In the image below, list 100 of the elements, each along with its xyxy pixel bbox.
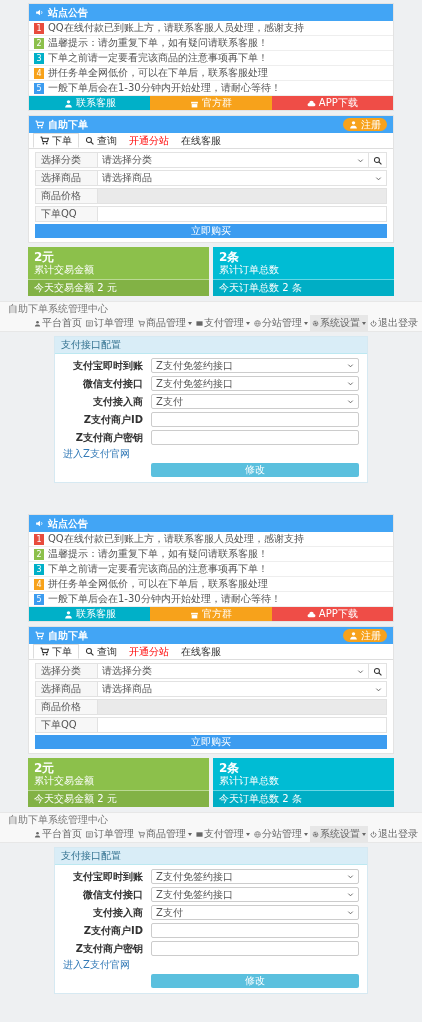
chevron-icon <box>347 909 354 917</box>
user-icon <box>63 98 73 108</box>
action-button[interactable]: APP下载 <box>271 607 393 621</box>
number-badge: 3 <box>34 563 44 575</box>
panel-title: 站点公告 <box>48 517 88 530</box>
select-field[interactable]: Z支付 <box>151 394 359 410</box>
user-icon <box>63 609 73 619</box>
panel-title: 自助下单 <box>48 629 89 642</box>
tab[interactable]: 在线客服 <box>175 644 227 659</box>
nav-item[interactable]: 商品管理 <box>136 315 194 332</box>
chevron-icon <box>347 873 354 881</box>
field-label: Z支付商户ID <box>82 924 143 937</box>
select-field[interactable]: Z支付免签约接口 <box>151 869 359 885</box>
panel-title: 自助下单 <box>48 118 89 131</box>
nav-item[interactable]: 平台首页 <box>32 826 84 843</box>
nav-item[interactable]: 订单管理 <box>84 826 136 843</box>
nav-item[interactable]: 退出登录 <box>368 315 420 332</box>
nav-item[interactable]: 平台首页 <box>32 315 84 332</box>
list-icon <box>86 319 93 327</box>
number-badge: 1 <box>34 22 44 34</box>
speaker-icon <box>35 519 44 528</box>
cart-icon <box>40 647 49 656</box>
stat-value: 2元 <box>34 250 56 264</box>
notice-text: 下单之前请一定要看完该商品的注意事项再下单！ <box>48 563 268 575</box>
cloud-download-icon <box>306 98 316 108</box>
field-label: 支付宝即时到账 <box>72 359 143 372</box>
field-label: 支付接入商 <box>92 906 143 919</box>
notice-text: 温馨提示：请勿重复下单，如有疑问请联系客服！ <box>48 37 268 49</box>
globe-icon <box>254 319 261 327</box>
stat-value: 2元 <box>34 761 56 775</box>
cart-icon <box>35 631 44 640</box>
notice-text: QQ在线付款已到账上方，请联系客服人员处理，感谢支持 <box>48 533 304 545</box>
input-field[interactable] <box>151 412 359 428</box>
number-badge: 3 <box>34 52 44 64</box>
input-field[interactable] <box>151 430 359 446</box>
action-button[interactable]: APP下载 <box>271 96 393 110</box>
select-field[interactable]: Z支付 <box>151 905 359 921</box>
chevron-icon <box>347 380 354 388</box>
user-icon <box>349 631 358 640</box>
select-field[interactable]: Z支付免签约接口 <box>151 376 359 392</box>
tab[interactable]: 查询 <box>79 644 123 659</box>
number-badge: 4 <box>34 578 44 590</box>
speaker-icon <box>35 8 44 17</box>
notice-text: 温馨提示：请勿重复下单，如有疑问请联系客服！ <box>48 548 268 560</box>
cart-icon <box>138 319 145 327</box>
power-icon <box>370 830 377 838</box>
field-label: Z支付商户ID <box>82 413 143 426</box>
tab[interactable]: 查询 <box>79 133 123 148</box>
panel-title: 站点公告 <box>48 6 88 19</box>
select-field[interactable]: Z支付免签约接口 <box>151 887 359 903</box>
number-badge: 5 <box>34 82 44 94</box>
nav-item[interactable]: 系统设置 <box>310 315 368 332</box>
number-badge: 2 <box>34 37 44 49</box>
number-badge: 4 <box>34 67 44 79</box>
nav-item[interactable]: 支付管理 <box>194 315 252 332</box>
power-icon <box>370 319 377 327</box>
stat-caption: 累计订单总数 <box>219 264 280 277</box>
cloud-download-icon <box>306 609 316 619</box>
input-field[interactable] <box>151 923 359 939</box>
field-label: Z支付商户密钥 <box>74 431 143 444</box>
input-field[interactable] <box>151 941 359 957</box>
list-icon <box>86 830 93 838</box>
chevron-icon <box>347 891 354 899</box>
number-badge: 5 <box>34 593 44 605</box>
tab[interactable]: 开通分站 <box>123 133 175 148</box>
card-icon <box>196 830 203 838</box>
stat-value: 2条 <box>219 761 241 775</box>
nav-item[interactable]: 订单管理 <box>84 315 136 332</box>
number-badge: 1 <box>34 533 44 545</box>
tab[interactable]: 下单 <box>33 133 79 148</box>
nav-item[interactable]: 退出登录 <box>368 826 420 843</box>
stat-footer: 今天交易金额 2 元 <box>28 280 209 297</box>
number-badge: 2 <box>34 548 44 560</box>
cart-icon <box>35 120 44 129</box>
field-label: 支付宝即时到账 <box>72 870 143 883</box>
stat-caption: 累计订单总数 <box>219 775 280 788</box>
stat-caption: 累计交易金额 <box>34 775 95 788</box>
chevron-icon <box>347 362 354 370</box>
notice-text: 一般下单后会在1-30分钟内开始处理，请耐心等待！ <box>48 82 281 94</box>
tab[interactable]: 下单 <box>33 644 79 659</box>
link[interactable]: 进入Z支付官网 <box>63 959 359 972</box>
select-field[interactable]: Z支付免签约接口 <box>151 358 359 374</box>
gear-icon <box>312 319 319 327</box>
field-label: 支付接入商 <box>92 395 143 408</box>
notice-text: 拼任务单全网低价，可以在下单后，联系客服处理 <box>48 578 268 590</box>
cart-icon <box>138 830 145 838</box>
nav-item[interactable]: 支付管理 <box>194 826 252 843</box>
link[interactable]: 进入Z支付官网 <box>63 448 359 461</box>
field-label: 微信支付接口 <box>82 888 143 901</box>
nav-item[interactable]: 商品管理 <box>136 826 194 843</box>
brand-title: 自助下单系统管理中心 <box>7 813 109 827</box>
tab[interactable]: 在线客服 <box>175 133 227 148</box>
stat-value: 2条 <box>219 250 241 264</box>
tab[interactable]: 开通分站 <box>123 644 175 659</box>
chevron-icon <box>347 398 354 406</box>
card-icon <box>196 319 203 327</box>
user-icon <box>34 830 41 838</box>
search-icon <box>85 647 94 656</box>
nav-item[interactable]: 系统设置 <box>310 826 368 843</box>
stat-footer: 今天交易金额 2 元 <box>28 791 209 808</box>
